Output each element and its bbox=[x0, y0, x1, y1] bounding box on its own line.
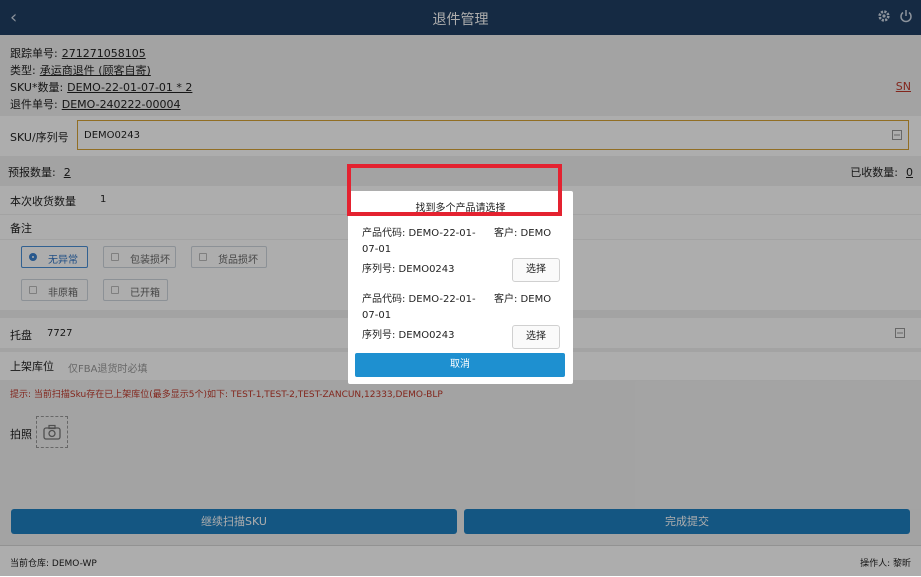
product-serial: 序列号: DEMO0243 bbox=[362, 330, 455, 341]
select-button[interactable]: 选择 bbox=[512, 258, 560, 282]
product-select-dialog: 找到多个产品请选择 产品代码: DEMO-22-01-07-01 客户: DEM… bbox=[348, 191, 573, 384]
product-customer: 客户: DEMO bbox=[494, 228, 552, 239]
product-customer: 客户: DEMO bbox=[494, 294, 552, 305]
product-serial: 序列号: DEMO0243 bbox=[362, 264, 455, 275]
cancel-button[interactable]: 取消 bbox=[355, 353, 565, 377]
product-option: 产品代码: DEMO-22-01-07-01 客户: DEMO 序列号: DEM… bbox=[362, 226, 562, 286]
highlight-frame bbox=[347, 164, 562, 216]
product-code: 产品代码: DEMO-22-01-07-01 bbox=[362, 228, 476, 255]
select-button[interactable]: 选择 bbox=[512, 325, 560, 349]
product-code: 产品代码: DEMO-22-01-07-01 bbox=[362, 294, 476, 321]
product-option: 产品代码: DEMO-22-01-07-01 客户: DEMO 序列号: DEM… bbox=[362, 292, 562, 352]
